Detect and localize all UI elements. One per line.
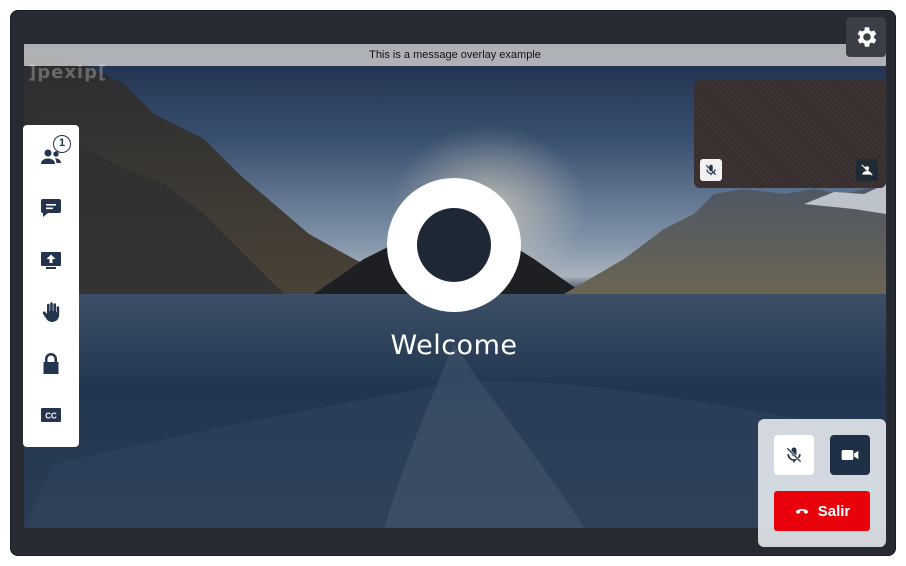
- mic-muted-icon: [786, 447, 802, 463]
- share-screen-icon: [41, 252, 61, 269]
- toggle-camera-button[interactable]: [830, 435, 870, 475]
- lock-button[interactable]: [31, 344, 71, 384]
- share-screen-button[interactable]: [31, 240, 71, 280]
- welcome-logo-ring: [387, 178, 521, 312]
- selfview-mic-muted-indicator: [700, 159, 722, 181]
- sidebar-toolbar: 1 CC: [23, 125, 79, 447]
- welcome-logo-center: [417, 208, 491, 282]
- message-overlay-banner: This is a message overlay example: [24, 44, 886, 66]
- participant-count-badge: 1: [53, 135, 71, 153]
- camera-off-icon: [861, 164, 873, 176]
- settings-button[interactable]: [846, 17, 886, 57]
- raise-hand-icon: [42, 302, 60, 322]
- chat-button[interactable]: [31, 188, 71, 228]
- welcome-heading: Welcome: [390, 330, 518, 361]
- call-controls-panel: Salir: [758, 419, 886, 547]
- mic-muted-icon: [705, 164, 717, 176]
- closed-captions-icon: CC: [41, 408, 61, 422]
- captions-button[interactable]: CC: [31, 395, 71, 435]
- raise-hand-button[interactable]: [31, 292, 71, 332]
- mute-mic-button[interactable]: [774, 435, 814, 475]
- video-camera-icon: [841, 450, 859, 460]
- leave-call-button[interactable]: Salir: [774, 491, 870, 531]
- leave-call-label: Salir: [817, 502, 851, 520]
- pexip-logo-watermark: ]pexip[: [28, 62, 108, 83]
- lock-icon: [43, 353, 59, 374]
- self-view-video[interactable]: [694, 80, 886, 188]
- svg-text:CC: CC: [45, 412, 57, 421]
- gear-icon: [857, 27, 877, 47]
- selfview-camera-off-indicator: [856, 159, 878, 181]
- hang-up-icon: [795, 508, 808, 514]
- chat-icon: [41, 199, 61, 217]
